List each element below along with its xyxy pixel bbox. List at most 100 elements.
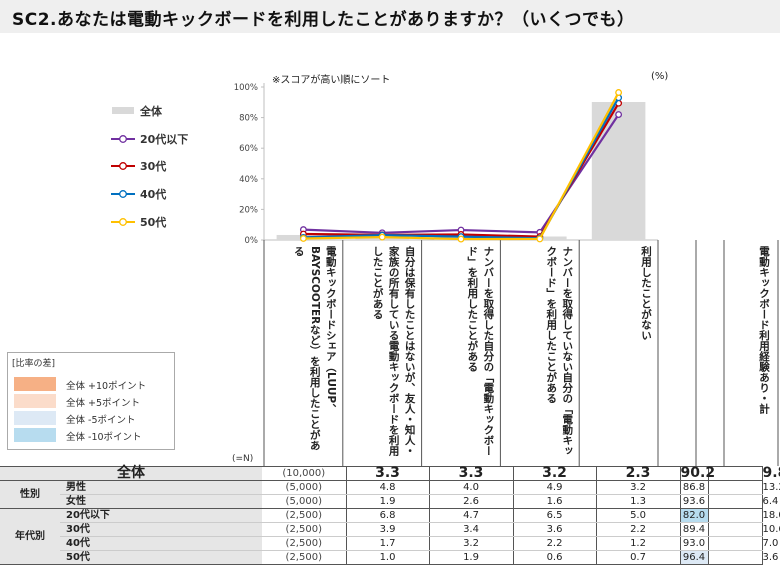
- cell-value: 3.2: [428, 536, 514, 551]
- cell-value: 2.6: [428, 494, 514, 509]
- diff-legend-title: [比率の差]: [12, 359, 56, 369]
- diff-legend-label: 全体 -5ポイント: [66, 415, 136, 426]
- spacer-cell: [707, 494, 763, 509]
- cell-value: 90.2: [679, 465, 716, 481]
- y-tick-label: 20%: [239, 205, 258, 215]
- series-point-3-1: [378, 233, 386, 241]
- table-row: 50代 (2,500) 1.0 1.9 0.6 0.7 96.4 3.6: [0, 550, 778, 565]
- table-row-total: 全体(10,000)3.33.33.22.390.29.8: [0, 465, 780, 481]
- row-n: (2,500): [262, 508, 347, 523]
- series-line-3: [303, 91, 620, 241]
- series-point-0-4: [615, 111, 623, 118]
- table-row: 性別男性(5,000)4.84.04.93.286.813.2: [0, 480, 780, 509]
- cell-value: 96.4: [679, 550, 709, 565]
- series-point-3-3: [536, 235, 544, 243]
- spacer-cell: [707, 550, 763, 565]
- table-row: 30代(2,500)3.93.43.62.289.410.6: [0, 522, 780, 537]
- cell-value: 3.9: [345, 522, 430, 537]
- row-label: 50代: [60, 550, 263, 565]
- bar-total-4: [591, 101, 646, 240]
- cell-value: 0.7: [595, 550, 681, 565]
- cell-value: 3.6: [512, 522, 597, 537]
- cell-value: 1.0: [345, 550, 430, 565]
- cell-value: 1.9: [345, 494, 430, 509]
- cell-value: 3.3: [345, 466, 430, 481]
- y-tick-label: 100%: [234, 83, 258, 93]
- cell-value: 3.3: [428, 466, 514, 481]
- series-line-1: [303, 102, 620, 238]
- cell-value: 6.5: [512, 508, 597, 523]
- cell-value: 0.6: [512, 550, 597, 565]
- cell-value: 82.0: [679, 508, 709, 523]
- group-label: 性別: [0, 480, 60, 509]
- category-label-1: 自分は保有したことはないが、友人・知人・家族の所有している電動キックボードを利用…: [371, 246, 416, 456]
- table-row: 女性 (5,000) 1.9 2.6 1.6 1.3 93.6 6.4: [0, 494, 778, 509]
- diff-swatch: [14, 377, 56, 391]
- cell-value: 3.4: [428, 522, 514, 537]
- n-label: (=N): [232, 454, 254, 464]
- cell-value: 1.9: [428, 550, 514, 565]
- cell-value: 1.7: [345, 536, 430, 551]
- cell-value: 93.0: [679, 536, 709, 551]
- spacer-cell: [707, 522, 763, 537]
- series-line-2: [303, 97, 620, 240]
- diff-legend-label: 全体 -10ポイント: [66, 432, 142, 443]
- cell-value: 1.6: [512, 494, 597, 509]
- diff-legend-item-3: 全体 -10ポイント: [14, 428, 174, 443]
- diff-swatch: [14, 394, 56, 408]
- cell-value: 3.2: [595, 480, 681, 495]
- diff-legend-label: 全体 +5ポイント: [66, 398, 141, 409]
- cell-value: 1.3: [595, 494, 681, 509]
- cell-value: 4.7: [428, 508, 514, 523]
- category-label-4: 利用したことがない: [639, 246, 652, 341]
- diff-legend-item-1: 全体 +5ポイント: [14, 394, 174, 409]
- category-label-2: ナンバーを取得した自分の「電動キックボード」を利用したことがある: [466, 246, 495, 456]
- row-n: (5,000): [262, 480, 347, 495]
- cell-value: 2.2: [512, 536, 597, 551]
- diff-legend-item-2: 全体 -5ポイント: [14, 411, 174, 426]
- table-row: 年代別20代以下(2,500)6.84.76.55.082.018.0: [0, 508, 780, 565]
- category-label-extra: 電動キックボード利用経験あり・計: [758, 246, 770, 414]
- series-point-3-0: [299, 235, 307, 242]
- group-label: 年代別: [0, 508, 60, 565]
- diff-swatch: [14, 428, 56, 442]
- diff-legend-label: 全体 +10ポイント: [66, 381, 147, 392]
- y-tick-label: 0%: [245, 236, 259, 246]
- row-n: (2,500): [262, 550, 347, 565]
- row-n: (2,500): [262, 536, 347, 551]
- series-point-3-4: [615, 89, 623, 96]
- spacer-cell: [707, 480, 763, 495]
- category-label-0: 電動キックボードシェア（LUUP、BAYSCOOTERなど）を利用したことがある: [292, 246, 337, 451]
- cell-value: 4.9: [512, 480, 597, 495]
- row-n: (10,000): [262, 466, 347, 481]
- row-n: (5,000): [262, 494, 347, 509]
- diff-swatch: [14, 411, 56, 425]
- cell-value: 2.2: [595, 522, 681, 537]
- table-row: 40代 (2,500) 1.7 3.2 2.2 1.2 93.0 7.0: [0, 536, 778, 551]
- cell-value: 2.3: [595, 466, 681, 481]
- row-label: 30代: [60, 522, 263, 537]
- cell-value: 5.0: [595, 508, 681, 523]
- row-label: 全体: [0, 466, 263, 481]
- cell-value: 86.8: [679, 480, 709, 495]
- row-n: (2,500): [262, 522, 347, 537]
- diff-legend-item-0: 全体 +10ポイント: [14, 377, 174, 392]
- series-point-3-2: [457, 235, 465, 243]
- y-tick-label: 80%: [239, 114, 258, 124]
- cell-value: 4.8: [345, 480, 430, 495]
- spacer-cell: [707, 536, 763, 551]
- diff-legend: [比率の差] 全体 +10ポイント 全体 +5ポイント 全体 -5ポイント 全体 -1…: [7, 352, 175, 450]
- data-table: 全体(10,000)3.33.33.22.390.29.8性別男性(5,000)…: [0, 465, 780, 565]
- series-line-0: [303, 113, 620, 234]
- cell-value: 4.0: [428, 480, 514, 495]
- spacer-cell: [707, 466, 763, 481]
- spacer-cell: [707, 508, 763, 523]
- row-label: 男性: [60, 480, 263, 495]
- cell-value: 93.6: [679, 494, 709, 509]
- row-label: 20代以下: [60, 508, 263, 523]
- cell-value: 89.4: [679, 522, 709, 537]
- y-tick-label: 60%: [239, 144, 258, 154]
- y-tick-label: 40%: [239, 175, 258, 185]
- category-label-3: ナンバーを取得していない自分の「電動キックボード」を利用したことがある: [545, 246, 574, 456]
- row-label: 40代: [60, 536, 263, 551]
